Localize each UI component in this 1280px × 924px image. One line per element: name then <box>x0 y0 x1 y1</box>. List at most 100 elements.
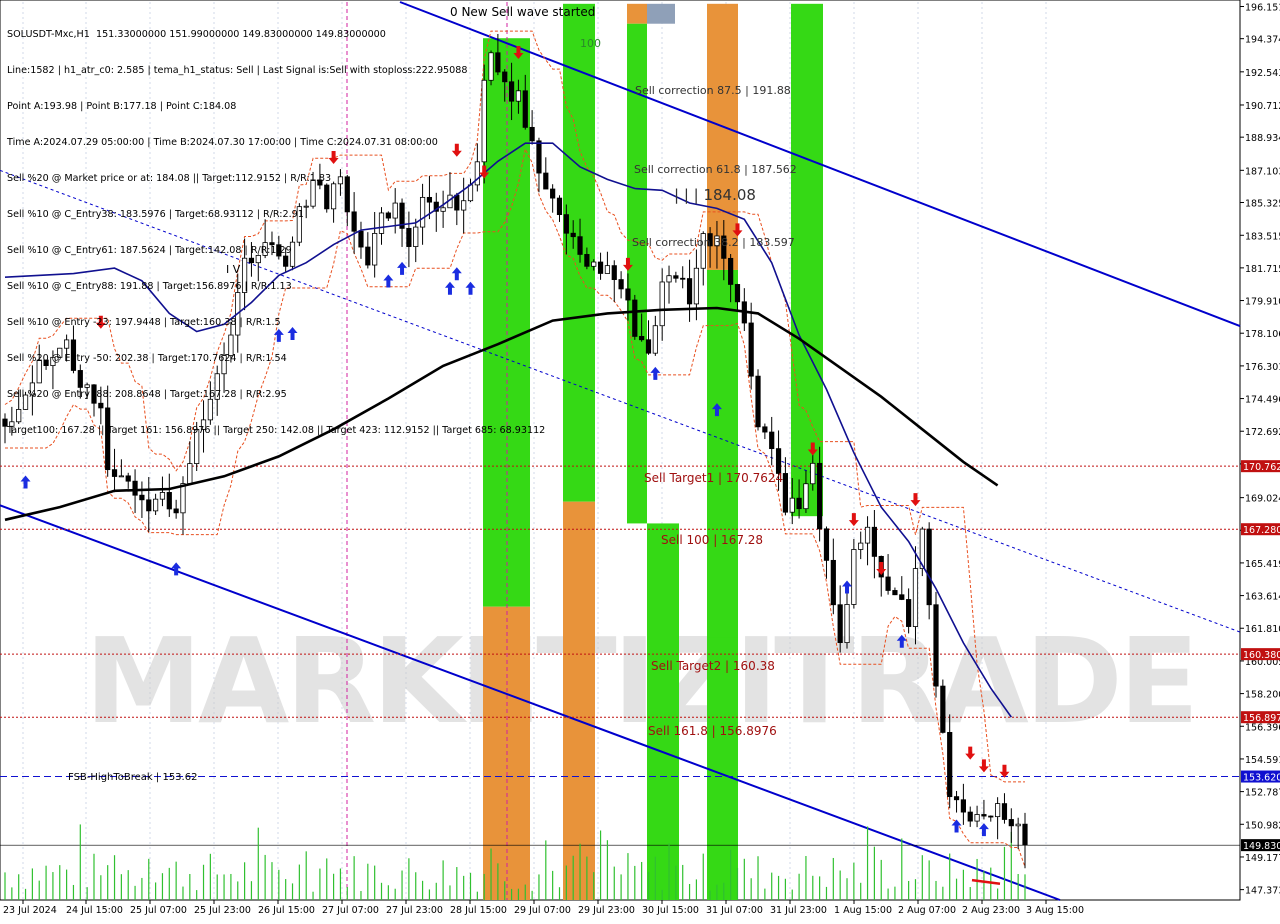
y-tick-label: 165.419 <box>1245 559 1280 570</box>
candle-body <box>899 594 905 600</box>
signal-zone-6 <box>647 3 675 24</box>
info-line-3: Time A:2024.07.29 05:00:00 | Time B:2024… <box>7 137 438 148</box>
candle-body <box>858 542 864 550</box>
candle-body <box>632 299 638 337</box>
candle-body <box>153 498 159 512</box>
y-tick-label: 179.910 <box>1245 297 1280 308</box>
candle-body <box>584 254 590 267</box>
candle-body <box>1001 803 1008 820</box>
price-level-value-1: 167.280 <box>1243 525 1280 536</box>
watermark: MARKETIZITRADE <box>85 612 1196 750</box>
info-line-8: Sell %10 @ Entry -23: 197.9448 | Target:… <box>7 317 281 328</box>
info-line-9: Sell %20 @ Entry -50: 202.38 | Target:17… <box>7 353 287 364</box>
candle-body <box>769 431 775 450</box>
candle-body <box>139 494 145 501</box>
x-tick-label: 29 Jul 07:00 <box>514 905 571 916</box>
y-tick-label: 194.374 <box>1245 35 1280 46</box>
candle-body <box>111 469 118 477</box>
y-tick-label: 174.496 <box>1245 395 1280 406</box>
candle-body <box>680 277 686 280</box>
candle-body <box>659 281 665 327</box>
info-line-6: Sell %10 @ C_Entry61: 187.5624 | Target:… <box>7 245 292 256</box>
candle-body <box>1015 823 1021 827</box>
candle-body <box>837 604 843 644</box>
y-tick-label: 172.692 <box>1245 427 1280 438</box>
candle-body <box>591 261 597 267</box>
candle-body <box>166 492 172 510</box>
signal-zone-8 <box>707 3 738 270</box>
sell-1618-label: Sell 161.8 | 156.8976 <box>648 724 777 738</box>
candle-body <box>180 483 186 514</box>
candle-body <box>803 483 809 510</box>
info-line-5: Sell %10 @ C_Entry38: 183.5976 | Target:… <box>7 209 304 220</box>
candle-body <box>173 508 179 514</box>
candle-body <box>666 275 672 283</box>
candle-body <box>851 549 857 605</box>
sell-target2-label: Sell Target2 | 160.38 <box>651 659 775 673</box>
candle-body <box>187 463 193 484</box>
candle-body <box>782 473 789 513</box>
point-c-label: | | | 184.08 <box>674 186 756 204</box>
candle-body <box>775 448 782 474</box>
indicator-info-panel: SOLUSDT-Mxc,H1 151.33000000 151.99000000… <box>7 5 545 461</box>
info-line-11: Target100: 167.28 || Target 161: 156.897… <box>7 425 546 436</box>
info-line-7: Sell %10 @ C_Entry88: 191.88 | Target:15… <box>7 281 292 292</box>
candle-body <box>693 267 700 305</box>
candle-body <box>645 339 652 354</box>
x-tick-label: 25 Jul 23:00 <box>194 905 251 916</box>
price-level-value-4: 153.620 <box>1243 773 1280 784</box>
candle-body <box>892 590 898 596</box>
y-tick-label: 152.787 <box>1245 788 1280 799</box>
y-tick-label: 187.103 <box>1245 166 1280 177</box>
candle-body <box>728 257 734 285</box>
candle-body <box>864 526 871 544</box>
price-level-value-0: 170.762 <box>1243 462 1280 473</box>
price-level-value-5: 149.830 <box>1243 841 1280 852</box>
candle-body <box>125 475 131 482</box>
candle-body <box>830 559 836 606</box>
candle-body <box>947 732 953 798</box>
x-tick-label: 24 Jul 15:00 <box>66 905 123 916</box>
info-line-2: Point A:193.98 | Point B:177.18 | Point … <box>7 101 237 112</box>
candle-body <box>755 375 761 428</box>
fsb-label: FSB-HighToBreak | 153.62 <box>68 772 197 783</box>
candle-body <box>748 322 754 377</box>
candle-body <box>563 214 569 234</box>
x-tick-label: 27 Jul 23:00 <box>386 905 443 916</box>
candle-body <box>146 499 152 512</box>
candle-body <box>673 275 679 279</box>
x-tick-label: 2 Aug 23:00 <box>962 905 1020 916</box>
candle-body <box>912 568 919 627</box>
label-100: 100 <box>580 37 601 50</box>
y-tick-label: 149.177 <box>1245 853 1280 864</box>
candle-body <box>988 815 994 818</box>
candle-body <box>550 188 556 199</box>
candle-body <box>796 497 802 510</box>
info-line-4: Sell %20 @ Market price or at: 184.08 ||… <box>7 173 332 184</box>
x-tick-label: 28 Jul 15:00 <box>450 905 507 916</box>
sell-correction-875-label: Sell correction 87.5 | 191.88 <box>635 84 791 97</box>
x-tick-label: 31 Jul 23:00 <box>770 905 827 916</box>
candle-body <box>906 599 912 627</box>
candle-body <box>556 197 563 216</box>
y-tick-label: 178.106 <box>1245 329 1280 340</box>
signal-zone-7 <box>647 523 679 900</box>
candle-body <box>933 604 939 687</box>
candle-body <box>734 284 741 303</box>
x-tick-label: 23 Jul 2024 <box>3 905 57 916</box>
sell-target1-label: Sell Target1 | 170.7624 <box>644 471 783 485</box>
candle-body <box>871 526 877 557</box>
candle-body <box>823 528 830 561</box>
candle-body <box>817 462 823 530</box>
price-level-value-2: 160.380 <box>1243 650 1280 661</box>
candle-body <box>810 462 816 485</box>
candle-body <box>652 325 658 354</box>
y-tick-label: 176.301 <box>1245 362 1280 373</box>
price-level-value-3: 156.897 <box>1243 713 1280 724</box>
candle-body <box>618 279 624 290</box>
x-tick-label: 2 Aug 07:00 <box>898 905 956 916</box>
symbol-line: SOLUSDT-Mxc,H1 151.33000000 151.99000000… <box>7 29 386 40</box>
y-tick-label: 147.373 <box>1245 886 1280 897</box>
y-tick-label: 185.325 <box>1245 199 1280 210</box>
signal-zone-10 <box>707 637 738 900</box>
